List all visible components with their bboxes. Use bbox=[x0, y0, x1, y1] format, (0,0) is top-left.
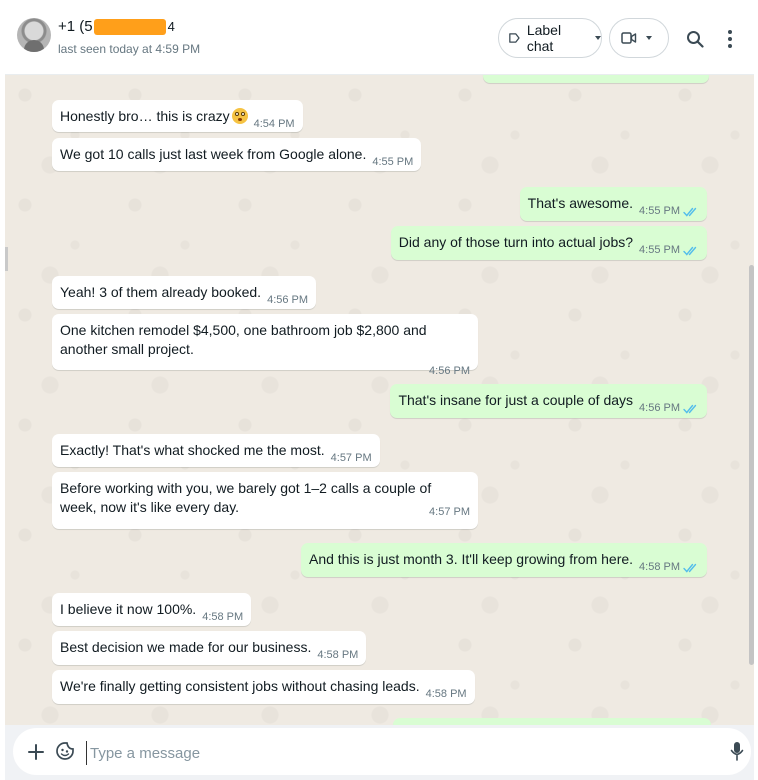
message-meta: 4:56 PM bbox=[267, 291, 308, 310]
flushed-face-emoji-icon bbox=[231, 108, 248, 124]
message-text: We got 10 calls just last week from Goog… bbox=[60, 146, 367, 162]
message-input[interactable] bbox=[86, 741, 652, 765]
incoming-message[interactable]: Before working with you, we barely got 1… bbox=[52, 472, 478, 529]
message-text: Before working with you, we barely got 1… bbox=[60, 480, 432, 515]
microphone-icon[interactable] bbox=[730, 741, 744, 762]
label-chat-button[interactable]: Label chat bbox=[498, 18, 602, 58]
message-time: 4:57 PM bbox=[330, 452, 372, 464]
contact-name[interactable]: +1 (5 4 bbox=[58, 18, 175, 35]
message-meta: 4:58 PM bbox=[317, 646, 358, 665]
message-text: And this is just month 3. It'll keep gro… bbox=[308, 551, 634, 567]
last-seen-status: last seen today at 4:59 PM bbox=[58, 42, 201, 56]
outgoing-message[interactable]: That's insane for just a couple of days … bbox=[390, 384, 707, 418]
message-time: 4:55 PM bbox=[639, 205, 680, 217]
message-text: One kitchen remodel $4,500, one bathroom… bbox=[60, 322, 427, 357]
message-time: 4:55 PM bbox=[372, 156, 414, 168]
contact-name-suffix: 4 bbox=[167, 19, 175, 34]
message-text: Honestly bro… this is crazy bbox=[60, 108, 230, 124]
message-time: 4:56 PM bbox=[639, 402, 680, 414]
message-meta: 4:55 PM bbox=[639, 202, 699, 221]
chevron-down-icon bbox=[646, 36, 652, 40]
message-text: Best decision we made for our business. bbox=[60, 639, 312, 655]
message-text: I believe it now 100%. bbox=[60, 601, 197, 617]
label-chat-text: Label chat bbox=[526, 22, 562, 54]
message-meta: 4:57 PM bbox=[429, 503, 470, 522]
incoming-message[interactable]: I believe it now 100%. 4:58 PM bbox=[52, 593, 252, 627]
label-tag-icon bbox=[509, 33, 520, 43]
message-text: Did any of those turn into actual jobs? bbox=[398, 234, 634, 250]
plus-attach-icon[interactable] bbox=[28, 744, 44, 760]
message-meta: 4:56 PM bbox=[639, 399, 699, 418]
message-meta: 4:56 PM bbox=[60, 362, 470, 381]
outgoing-message[interactable]: That's awesome. 4:55 PM bbox=[519, 187, 707, 221]
message-time: 4:58 PM bbox=[425, 688, 467, 700]
incoming-message[interactable]: We got 10 calls just last week from Goog… bbox=[52, 138, 422, 172]
message-text: Yeah! 3 of them already booked. bbox=[60, 284, 262, 300]
outgoing-message-partial[interactable] bbox=[393, 718, 711, 725]
read-receipt-icon bbox=[683, 404, 697, 414]
chat-header: +1 (5 4 last seen today at 4:59 PM Label… bbox=[5, 4, 754, 75]
message-text: That's awesome. bbox=[527, 195, 634, 211]
sticker-emoji-icon[interactable] bbox=[55, 741, 75, 761]
outgoing-message[interactable]: Did any of those turn into actual jobs? … bbox=[390, 226, 707, 260]
composer-input-wrapper bbox=[13, 728, 751, 775]
message-time: 4:58 PM bbox=[639, 561, 680, 573]
incoming-message[interactable]: One kitchen remodel $4,500, one bathroom… bbox=[52, 314, 478, 377]
contact-name-prefix: +1 (5 bbox=[58, 18, 93, 35]
search-icon[interactable] bbox=[686, 30, 704, 48]
incoming-message[interactable]: Exactly! That's what shocked me the most… bbox=[52, 434, 380, 467]
redacted-phone-block bbox=[93, 19, 166, 35]
message-meta: 4:58 PM bbox=[202, 608, 243, 627]
message-text: Exactly! That's what shocked me the most… bbox=[60, 442, 325, 458]
message-time: 4:54 PM bbox=[253, 118, 295, 130]
video-call-button[interactable] bbox=[609, 18, 669, 58]
incoming-message[interactable]: Yeah! 3 of them already booked. 4:56 PM bbox=[52, 276, 317, 310]
video-camera-icon bbox=[621, 32, 637, 44]
message-time: 4:57 PM bbox=[429, 506, 470, 518]
message-meta: 4:55 PM bbox=[372, 153, 413, 172]
incoming-message[interactable]: We're finally getting consistent jobs wi… bbox=[52, 670, 475, 704]
incoming-message[interactable]: Best decision we made for our business. … bbox=[52, 631, 367, 665]
message-time: 4:56 PM bbox=[267, 294, 309, 306]
message-composer bbox=[5, 725, 754, 780]
chevron-down-icon bbox=[595, 36, 601, 40]
message-time: 4:58 PM bbox=[202, 611, 244, 623]
message-meta: 4:58 PM bbox=[426, 685, 467, 704]
message-text: We're finally getting consistent jobs wi… bbox=[60, 678, 420, 694]
message-meta: 4:54 PM bbox=[254, 115, 295, 134]
message-text: That's insane for just a couple of days bbox=[398, 392, 634, 408]
outgoing-message[interactable]: And this is just month 3. It'll keep gro… bbox=[300, 543, 707, 577]
panel-resize-edge[interactable] bbox=[5, 247, 8, 271]
message-time: 4:58 PM bbox=[317, 649, 359, 661]
message-meta: 4:55 PM bbox=[639, 241, 699, 260]
message-time: 4:55 PM bbox=[639, 244, 680, 256]
read-receipt-icon bbox=[683, 246, 697, 256]
outgoing-message-partial[interactable] bbox=[483, 75, 709, 83]
chat-scrollbar[interactable] bbox=[749, 265, 754, 665]
read-receipt-icon bbox=[683, 207, 697, 217]
message-meta: 4:58 PM bbox=[639, 558, 699, 577]
incoming-message[interactable]: Honestly bro… this is crazy 4:54 PM bbox=[52, 100, 303, 132]
contact-avatar[interactable] bbox=[17, 18, 51, 52]
read-receipt-icon bbox=[683, 563, 697, 573]
message-time: 4:56 PM bbox=[429, 365, 470, 377]
message-list[interactable]: Honestly bro… this is crazy 4:54 PM We g… bbox=[5, 75, 754, 725]
more-options-icon[interactable] bbox=[727, 29, 733, 49]
message-meta: 4:57 PM bbox=[331, 449, 372, 468]
